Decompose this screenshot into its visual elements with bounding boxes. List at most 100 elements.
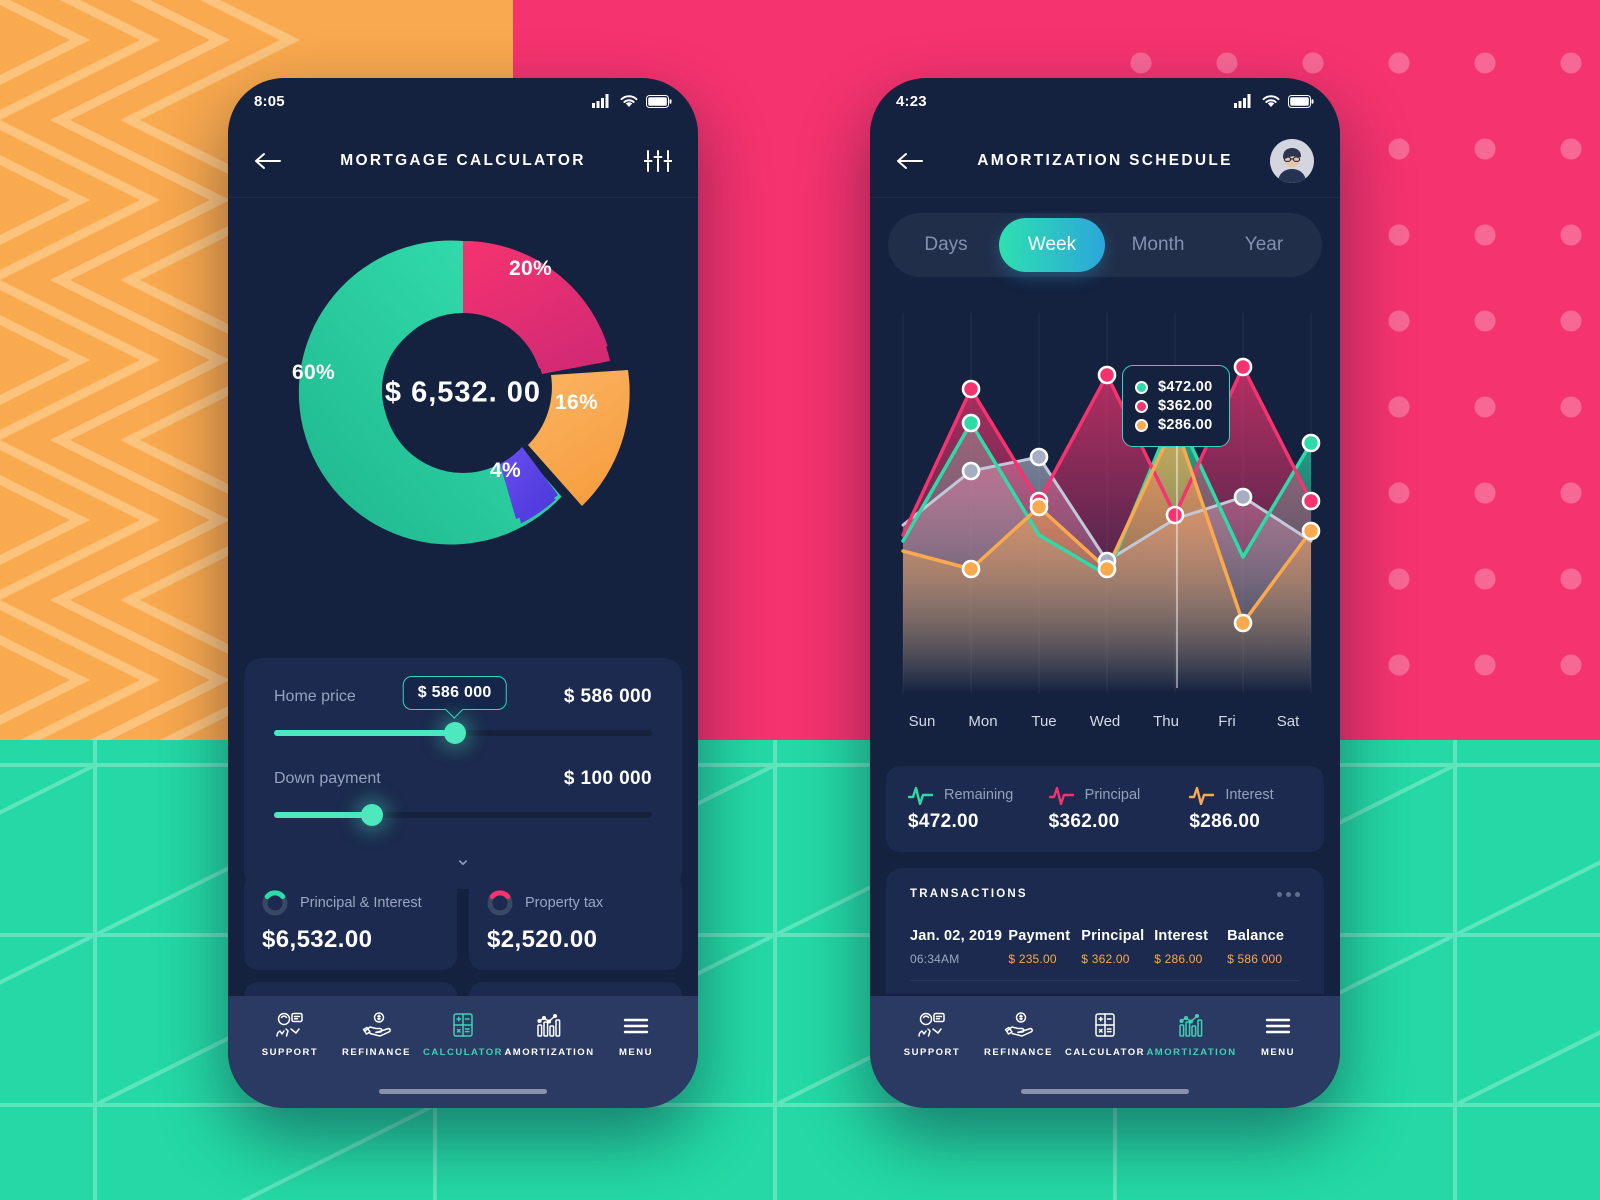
chart-tooltip: $472.00 $362.00 $286.00	[1122, 365, 1230, 688]
segment-days[interactable]: Days	[893, 218, 999, 272]
bottom-navigation-2: SUPPORT REFINANCE CALCULATOR AMORTIZATIO…	[870, 996, 1340, 1108]
legend-principal: Principal $362.00	[1035, 785, 1176, 833]
legend-label: Principal	[1084, 787, 1141, 803]
chart-x-axis: Sun Mon Tue Wed Thu Fri Sat	[870, 713, 1340, 730]
slider-track[interactable]	[274, 804, 652, 826]
support-agent-icon	[918, 1012, 945, 1037]
x-tick-tue: Tue	[1031, 713, 1057, 730]
tx-date-cell: Jan. 02, 2019 06:34AM	[910, 928, 1008, 966]
pulse-line-icon	[1189, 786, 1215, 805]
tx-amount: $ 235.00	[1008, 952, 1057, 966]
stat-card-property-tax[interactable]: Property tax $2,520.00	[469, 874, 682, 970]
slider-fill	[274, 812, 373, 818]
wifi-icon	[620, 94, 638, 107]
pie-slice-icon	[262, 890, 288, 916]
amortization-area-chart: $472.00 $362.00 $286.00	[870, 293, 1340, 713]
donut-label-1: 20%	[509, 257, 552, 280]
page-title: MORTGAGE CALCULATOR	[340, 151, 586, 169]
slider-knob[interactable]	[361, 804, 384, 826]
slider-value: $ 586 000	[563, 686, 652, 707]
tooltip-dot-pink-icon	[1135, 399, 1148, 413]
tooltip-stem	[1175, 446, 1178, 688]
pie-slice-icon	[487, 890, 513, 916]
cellular-signal-icon	[1234, 94, 1251, 108]
back-button[interactable]	[896, 150, 926, 172]
filter-button[interactable]	[643, 149, 673, 173]
legend-label: Interest	[1225, 787, 1274, 803]
kebab-menu-icon[interactable]	[1277, 891, 1300, 897]
home-indicator	[1021, 1089, 1189, 1094]
tab-label: CALCULATOR	[422, 1047, 504, 1058]
tab-amortization[interactable]: AMORTIZATION	[504, 1012, 593, 1058]
slider-down-payment: Down payment $ 100 000	[274, 762, 652, 826]
home-indicator	[379, 1089, 547, 1094]
tx-time: 06:34AM	[910, 952, 960, 966]
donut-label-3: 4%	[490, 459, 521, 482]
tab-calculator[interactable]: CALCULATOR	[1065, 1012, 1145, 1058]
period-segmented-control: Days Week Month Year	[888, 213, 1322, 277]
slider-label: Down payment	[274, 770, 381, 787]
status-time: 8:05	[254, 92, 285, 110]
tab-refinance[interactable]: REFINANCE	[979, 1012, 1059, 1058]
tx-balance-cell: Balance $ 586 000	[1227, 928, 1300, 966]
tooltip-value: $286.00	[1158, 417, 1213, 433]
back-arrow-icon	[255, 152, 281, 169]
hand-coin-icon	[1004, 1012, 1033, 1037]
tab-refinance[interactable]: REFINANCE	[337, 1012, 417, 1058]
hamburger-menu-icon	[623, 1018, 649, 1034]
tx-column-header: Interest	[1154, 928, 1209, 944]
cellular-signal-icon	[592, 94, 609, 108]
support-agent-icon	[276, 1012, 303, 1037]
stat-card-principal-interest[interactable]: Principal & Interest $6,532.00	[244, 874, 457, 970]
chart-legend-card: Remaining $472.00 Principal $362.00 Inte…	[886, 766, 1324, 852]
back-arrow-icon	[897, 152, 923, 169]
tooltip-dot-orange-icon	[1135, 418, 1148, 432]
hamburger-menu-icon	[1265, 1018, 1291, 1034]
segment-month[interactable]: Month	[1105, 218, 1211, 272]
phone-notch	[379, 78, 547, 108]
tab-menu[interactable]: MENU	[1238, 1012, 1318, 1058]
x-tick-thu: Thu	[1153, 713, 1179, 730]
tab-calculator[interactable]: CALCULATOR	[423, 1012, 503, 1058]
x-tick-sun: Sun	[908, 713, 936, 730]
stat-label: Principal & Interest	[300, 895, 422, 911]
bar-chart-icon	[536, 1013, 560, 1037]
pulse-line-icon	[1048, 786, 1074, 805]
bottom-navigation-1: SUPPORT REFINANCE CALCULATOR AMORTIZATIO…	[228, 996, 698, 1108]
tab-label: SUPPORT	[903, 1047, 961, 1058]
slider-home-price: Home price $ 586 000 $ 586 000	[274, 676, 652, 744]
legend-interest: Interest $286.00	[1175, 785, 1316, 833]
x-tick-wed: Wed	[1089, 713, 1121, 730]
transactions-card: TRANSACTIONS Jan. 02, 2019 06:34AM Payme…	[886, 868, 1324, 994]
tab-label: CALCULATOR	[1064, 1047, 1146, 1058]
tx-amount: $ 286.00	[1154, 952, 1203, 966]
wifi-icon	[1262, 94, 1280, 107]
back-button[interactable]	[254, 150, 284, 172]
tooltip-row: $362.00	[1135, 398, 1213, 414]
tab-label: AMORTIZATION	[504, 1047, 595, 1058]
tab-support[interactable]: SUPPORT	[250, 1012, 330, 1058]
status-time: 4:23	[896, 92, 927, 110]
mortgage-donut-chart: 60% 20% 16% 4% $ 6,532. 00	[228, 213, 698, 573]
table-row[interactable]: Jan. 02, 2019 06:34AM Payment $ 235.00 P…	[910, 914, 1300, 981]
hand-coin-icon	[362, 1012, 391, 1037]
app-bar-2: AMORTIZATION SCHEDULE	[870, 124, 1340, 198]
segment-year[interactable]: Year	[1211, 218, 1317, 272]
slider-knob[interactable]	[444, 722, 467, 744]
x-tick-mon: Mon	[968, 713, 998, 730]
tab-label: MENU	[1261, 1047, 1295, 1058]
tab-menu[interactable]: MENU	[596, 1012, 676, 1058]
slider-value: $ 100 000	[563, 768, 652, 789]
pulse-line-icon	[908, 786, 934, 805]
transactions-title: TRANSACTIONS	[910, 888, 1028, 900]
tab-support[interactable]: SUPPORT	[892, 1012, 972, 1058]
tab-amortization[interactable]: AMORTIZATION	[1146, 1012, 1235, 1058]
tx-column-header: Principal	[1081, 928, 1145, 944]
tab-label: MENU	[619, 1047, 653, 1058]
avatar[interactable]	[1270, 138, 1314, 183]
tx-column-header: Balance	[1227, 928, 1285, 944]
tx-date: Jan. 02, 2019	[910, 928, 1003, 944]
slider-track[interactable]	[274, 722, 652, 744]
table-row[interactable]: Jan. 01, 2019 07:12AM Payment $ 353.00 P…	[910, 981, 1300, 994]
segment-week[interactable]: Week	[999, 218, 1105, 272]
